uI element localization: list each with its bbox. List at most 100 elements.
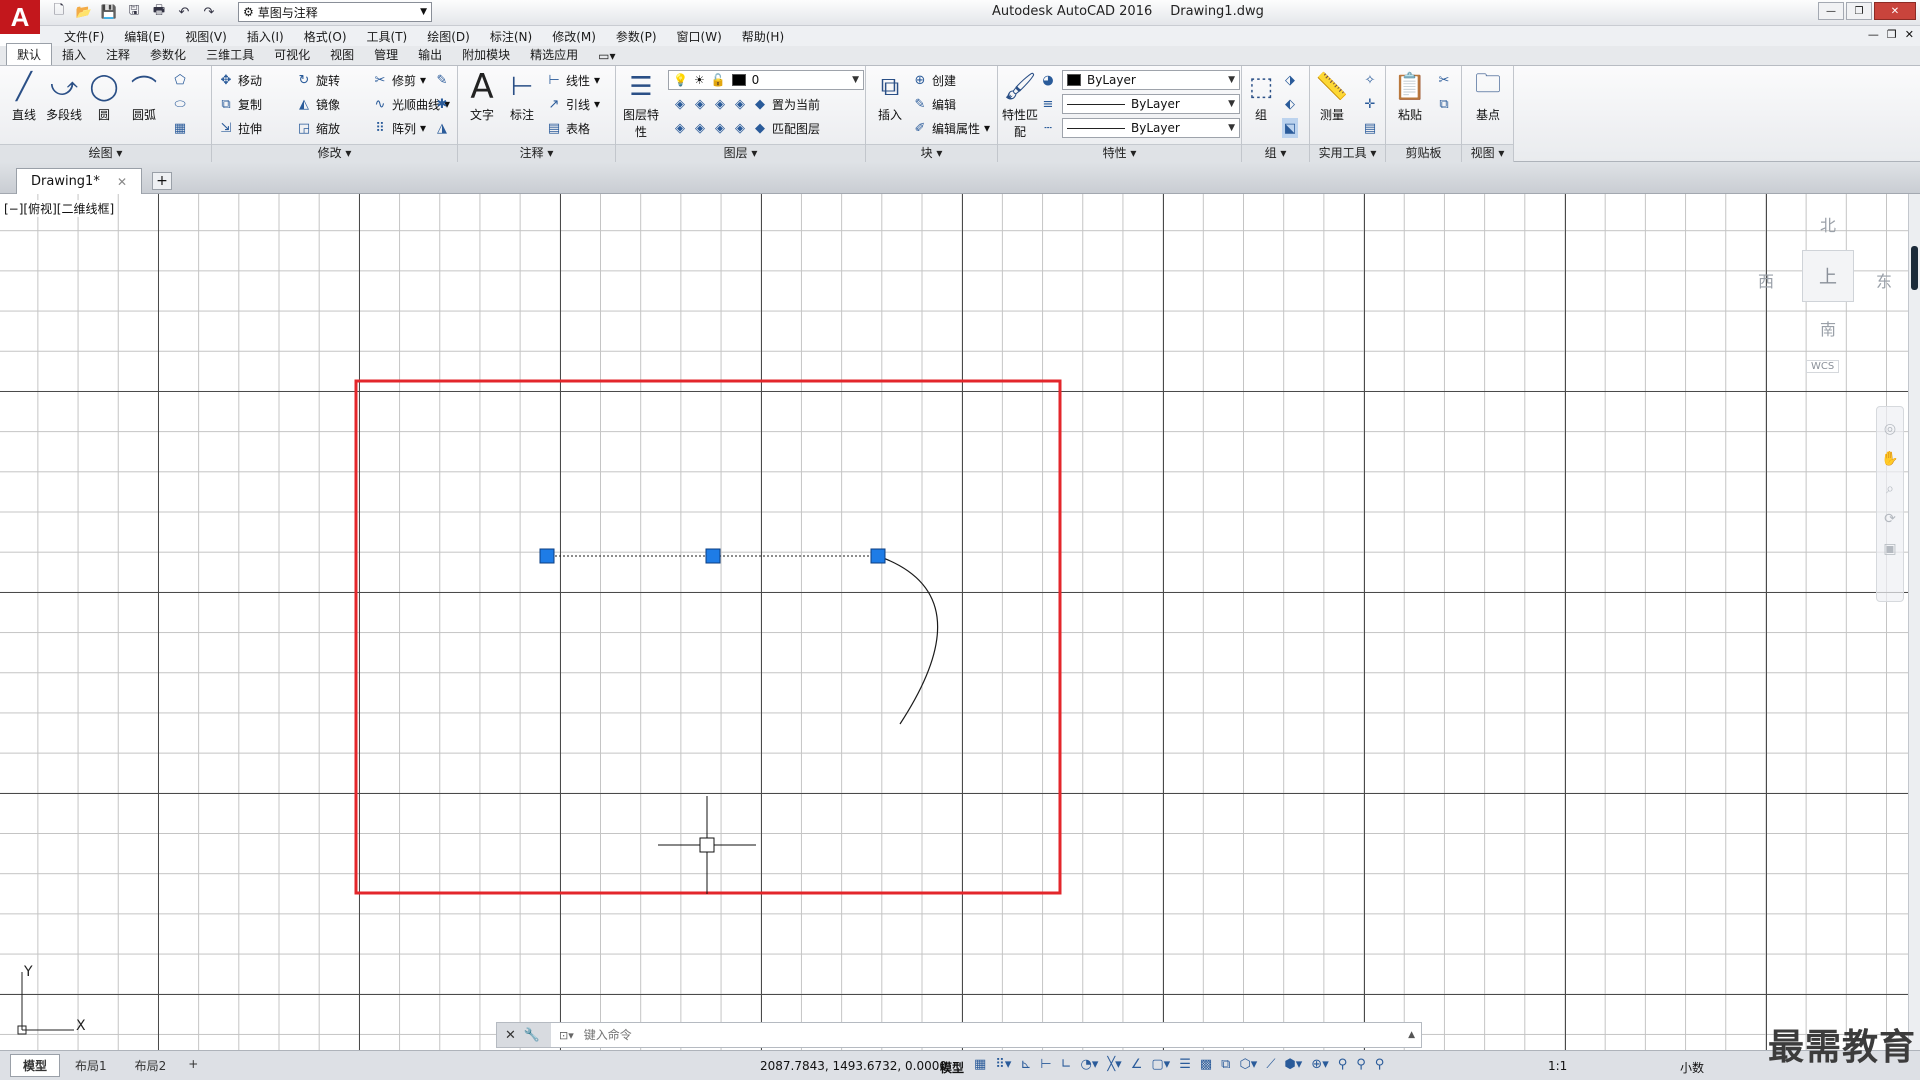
tab-annotate[interactable]: 注释 [96,44,140,65]
selection-cycling-icon[interactable]: ⧉ [1221,1057,1230,1072]
linear-button[interactable]: ⊢ 线性 ▾ [546,70,600,90]
base-view-button[interactable]: 🗀 基点 [1468,69,1508,123]
model-space-toggle[interactable]: 模型 [940,1059,964,1076]
linetype-select[interactable]: ByLayer ▼ [1062,94,1240,114]
tab-addins[interactable]: 附加模块 [452,44,520,65]
menu-dimension[interactable]: 标注(N) [480,28,542,45]
object-snap-tracking-icon[interactable]: ∠ [1131,1057,1143,1072]
panel-block-title[interactable]: 块 ▾ [866,144,997,162]
panel-properties-title[interactable]: 特性 ▾ [998,144,1241,162]
rotate-button[interactable]: ↻ 旋转 [296,70,340,90]
lineweight-select[interactable]: ByLayer ▼ [1062,118,1240,138]
edit-attributes-button[interactable]: ✐ 编辑属性 ▾ [912,118,991,138]
menu-window[interactable]: 窗口(W) [667,28,732,45]
layer-lock-icon[interactable]: ◈ [732,97,748,112]
menu-file[interactable]: 文件(F) [54,28,114,45]
tab-home[interactable]: 默认 [6,43,53,65]
ribbon-display-toggle-icon[interactable]: ▭▾ [588,47,625,65]
grid-icon[interactable]: ▦ [974,1057,986,1072]
viewcube-east[interactable]: 东 [1876,268,1892,292]
doc-tab-drawing1[interactable]: Drawing1* ✕ [16,168,142,194]
vertical-scrollbar[interactable] [1908,194,1920,1050]
tab-insert[interactable]: 插入 [52,44,96,65]
group-button[interactable]: ⬚ 组 [1244,70,1278,123]
hatch-button[interactable]: ▦ [172,118,188,138]
tab-layout1[interactable]: 布局1 [62,1054,120,1077]
viewcube-north[interactable]: 北 [1820,212,1836,236]
tab-model[interactable]: 模型 [10,1054,61,1077]
redo-icon[interactable]: ↷ [198,2,220,22]
panel-layers-title[interactable]: 图层 ▾ [616,144,865,162]
menu-view[interactable]: 视图(V) [175,28,237,45]
close-icon[interactable]: ✕ [117,175,127,189]
array-button[interactable]: ⠿ 阵列 ▾ [372,118,426,138]
isodraft-icon[interactable]: ╳▾ [1107,1057,1121,1072]
grip-end[interactable] [870,548,886,564]
polyline-button[interactable]: ⤻ 多段线 [44,70,84,123]
layer-select[interactable]: 💡 ☀ 🔓 0 ▼ [668,70,864,90]
copy-button[interactable]: ⧉ 复制 [218,94,262,114]
menu-draw[interactable]: 绘图(D) [417,28,480,45]
cut-button[interactable]: ✂ [1436,70,1452,90]
quick-select-button[interactable]: ✧ [1362,70,1378,90]
stretch-button[interactable]: ⇲ 拉伸 [218,118,262,138]
tab-featured-apps[interactable]: 精选应用 [520,44,588,65]
line-button[interactable]: ╱ 直线 [4,70,44,123]
leader-button[interactable]: ↗ 引线 ▾ [546,94,601,114]
scale-button[interactable]: ◲ 缩放 [296,118,340,138]
wrench-icon[interactable]: 🔧 [524,1028,540,1043]
tab-visualize[interactable]: 可视化 [264,44,320,65]
menu-tools[interactable]: 工具(T) [357,28,418,45]
gizmo-icon[interactable]: ⊕▾ [1311,1057,1328,1072]
layer-isolate-icon[interactable]: ◈ [692,97,708,112]
erase-button[interactable]: ✎ [434,70,450,90]
object-snap-icon[interactable]: ▢▾ [1151,1057,1170,1072]
color-select[interactable]: ByLayer ▼ [1062,70,1240,90]
menu-help[interactable]: 帮助(H) [732,28,794,45]
layer-unisolate-icon[interactable]: ◈ [692,121,708,136]
doc-close-icon[interactable]: ✕ [1905,28,1914,41]
viewcube-south[interactable]: 南 [1820,316,1836,340]
grip-mid[interactable] [705,548,721,564]
annotation-scale[interactable]: 1:1 [1548,1059,1567,1073]
match-properties-button[interactable]: 🖌 特性匹配 [1000,70,1040,140]
panel-annotation-title[interactable]: 注释 ▾ [458,144,615,162]
steering-wheel-icon[interactable]: ◎ [1884,421,1896,437]
auto-scale-icon[interactable]: ⚲ [1356,1057,1366,1072]
doc-restore-icon[interactable]: ❐ [1887,28,1897,41]
tab-manage[interactable]: 管理 [364,44,408,65]
doc-minimize-icon[interactable]: — [1868,28,1879,41]
ellipse-button[interactable]: ⬭ [172,94,188,114]
viewcube[interactable]: 北 西 东 上 南 WCS [1758,210,1898,380]
panel-modify-title[interactable]: 修改 ▾ [212,144,457,162]
match-layer-label[interactable]: 匹配图层 [772,120,820,137]
workspace-select[interactable]: ⚙ 草图与注释 ▼ [238,2,432,22]
ungroup-button[interactable]: ⬗ [1282,70,1298,90]
save-as-icon[interactable]: 🖫 [123,2,145,22]
panel-groups-title[interactable]: 组 ▾ [1242,144,1309,162]
paste-button[interactable]: 📋 粘贴 [1390,70,1430,123]
pan-icon[interactable]: ✋ [1881,451,1898,467]
application-menu-button[interactable]: A [0,0,40,34]
new-file-icon[interactable]: 🗋 [48,2,70,22]
polygon-button[interactable]: ⬠ [172,70,188,90]
group-select-toggle[interactable]: ⬕ [1282,118,1298,138]
annotation-scale-icon[interactable]: ⚲ [1375,1057,1385,1072]
zoom-icon[interactable]: ⌕ [1886,481,1894,497]
point-button[interactable]: ✛ [1362,94,1378,114]
ortho-icon[interactable]: ∟ [1061,1057,1072,1072]
tab-parametric[interactable]: 参数化 [140,44,196,65]
3d-osnap-icon[interactable]: ⬡▾ [1239,1057,1257,1072]
arc-button[interactable]: ⌒ 圆弧 [124,70,164,123]
scrollbar-thumb[interactable] [1911,246,1918,290]
lineweight-toggle-icon[interactable]: ☰ [1179,1057,1191,1072]
dimension-button[interactable]: ⊢ 标注 [502,70,542,123]
edit-block-button[interactable]: ✎ 编辑 [912,94,956,114]
dynamic-ucs-icon[interactable]: ⟋ [1266,1057,1275,1072]
table-button[interactable]: ▤ 表格 [546,118,590,138]
tab-layout2[interactable]: 布局2 [122,1054,180,1077]
explode-button[interactable]: ✱ [434,94,450,114]
command-input[interactable] [583,1028,1364,1042]
save-icon[interactable]: 💾 [98,2,120,22]
tab-view[interactable]: 视图 [320,44,364,65]
